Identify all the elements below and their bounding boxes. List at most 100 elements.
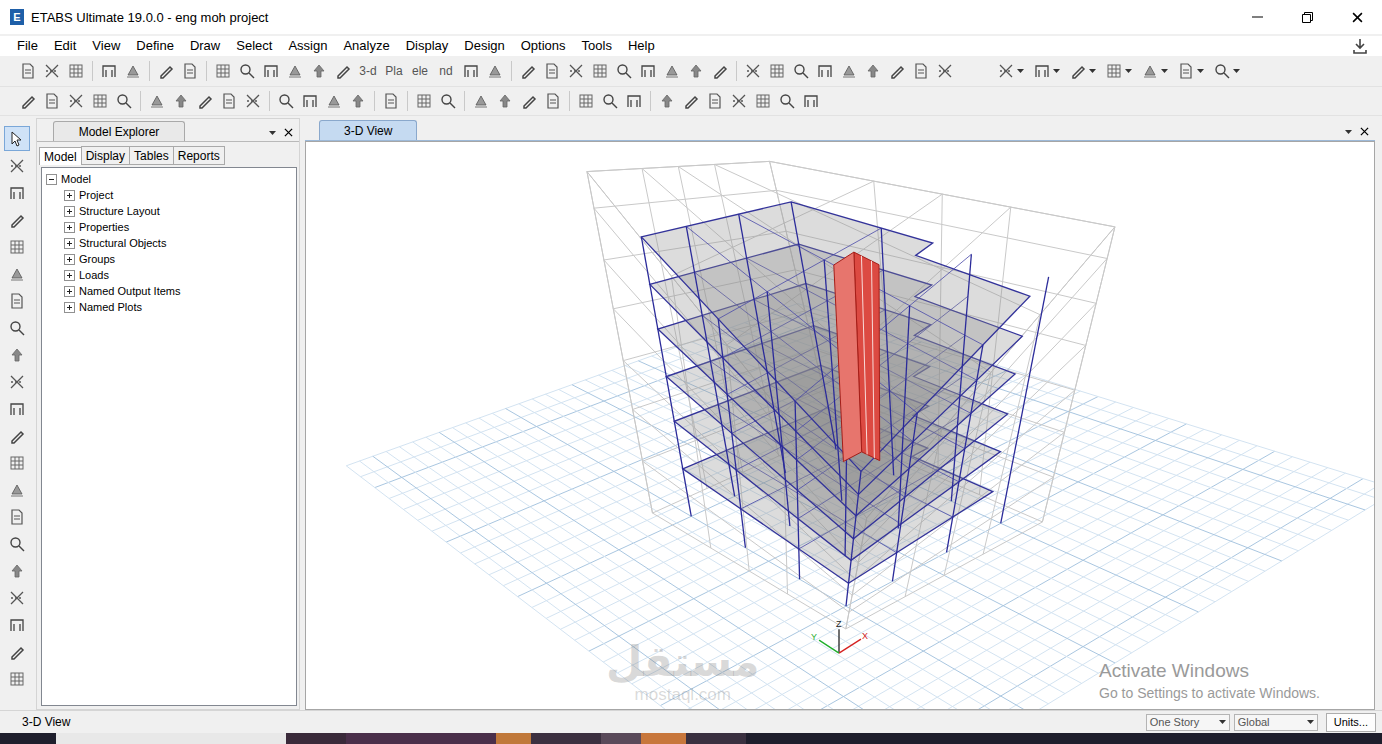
toolbar-button[interactable] bbox=[933, 59, 957, 83]
draw-tool-button[interactable] bbox=[4, 207, 30, 232]
toolbar-button[interactable] bbox=[517, 89, 541, 113]
toolbar-button[interactable] bbox=[612, 59, 636, 83]
column[interactable] bbox=[947, 345, 983, 552]
toolbar-button[interactable] bbox=[813, 59, 837, 83]
toolbar-button[interactable] bbox=[97, 59, 121, 83]
draw-tool-button[interactable] bbox=[4, 531, 30, 556]
expand-icon[interactable] bbox=[64, 206, 75, 217]
draw-tool-button[interactable] bbox=[4, 639, 30, 664]
draw-tool-button[interactable] bbox=[4, 342, 30, 367]
draw-tool-button[interactable] bbox=[4, 477, 30, 502]
toolbar-button[interactable] bbox=[64, 59, 88, 83]
view-toolbar-button[interactable]: Pla bbox=[381, 64, 407, 78]
draw-tool-button[interactable] bbox=[4, 369, 30, 394]
toolbar-button[interactable] bbox=[211, 59, 235, 83]
draw-tool-button[interactable] bbox=[4, 504, 30, 529]
explorer-tab[interactable]: Display bbox=[81, 146, 130, 165]
draw-tool-button[interactable] bbox=[4, 261, 30, 286]
toolbar-button[interactable] bbox=[861, 59, 885, 83]
toolbar-button[interactable] bbox=[217, 89, 241, 113]
toolbar-button[interactable] bbox=[259, 59, 283, 83]
toolbar-button[interactable] bbox=[331, 59, 355, 83]
floor-slab[interactable] bbox=[641, 202, 1030, 472]
restore-button[interactable] bbox=[1282, 0, 1332, 34]
toolbar-button[interactable] bbox=[88, 89, 112, 113]
column[interactable] bbox=[686, 226, 734, 496]
toolbar-dropdown-button[interactable] bbox=[993, 59, 1029, 83]
story-select[interactable]: One Story bbox=[1146, 714, 1230, 731]
toolbar-dropdown-button[interactable] bbox=[1137, 59, 1173, 83]
tree-node[interactable]: Properties bbox=[46, 219, 292, 235]
core-wall[interactable] bbox=[834, 252, 880, 461]
tree-node[interactable]: Groups bbox=[46, 251, 292, 267]
panel-title-tab[interactable]: Model Explorer bbox=[53, 121, 185, 141]
toolbar-dropdown-button[interactable] bbox=[1029, 59, 1065, 83]
toolbar-button[interactable] bbox=[178, 59, 202, 83]
column[interactable] bbox=[881, 228, 893, 475]
toolbar-button[interactable] bbox=[16, 59, 40, 83]
column[interactable] bbox=[951, 254, 971, 501]
draw-tool-button[interactable] bbox=[4, 288, 30, 313]
expand-icon[interactable] bbox=[64, 270, 75, 281]
coordinate-select[interactable]: Global bbox=[1234, 714, 1318, 731]
toolbar-button[interactable] bbox=[598, 89, 622, 113]
toolbar-button[interactable] bbox=[40, 59, 64, 83]
menu-item[interactable]: Display bbox=[398, 37, 457, 55]
tree-node[interactable]: Model bbox=[46, 171, 292, 187]
expand-icon[interactable] bbox=[64, 302, 75, 313]
explorer-tab[interactable]: Model bbox=[39, 147, 82, 165]
menu-item[interactable]: Options bbox=[513, 37, 574, 55]
toolbar-button[interactable] bbox=[727, 89, 751, 113]
menu-item[interactable]: Assign bbox=[280, 37, 335, 55]
draw-tool-button[interactable] bbox=[4, 450, 30, 475]
draw-tool-button[interactable] bbox=[4, 396, 30, 421]
column[interactable] bbox=[767, 292, 790, 526]
expand-icon[interactable] bbox=[64, 222, 75, 233]
toolbar-button[interactable] bbox=[636, 59, 660, 83]
draw-tool-button[interactable] bbox=[4, 315, 30, 340]
column[interactable] bbox=[739, 214, 786, 473]
toolbar-button[interactable] bbox=[655, 89, 679, 113]
menu-item[interactable]: Edit bbox=[46, 37, 84, 55]
draw-tool-button[interactable] bbox=[4, 612, 30, 637]
toolbar-button[interactable] bbox=[283, 59, 307, 83]
toolbar-button[interactable] bbox=[622, 89, 646, 113]
toolbar-dropdown-button[interactable] bbox=[1173, 59, 1209, 83]
toolbar-button[interactable] bbox=[541, 89, 565, 113]
toolbar-dropdown-button[interactable] bbox=[1065, 59, 1101, 83]
toolbar-button[interactable] bbox=[660, 59, 684, 83]
explorer-tab[interactable]: Tables bbox=[129, 146, 174, 165]
toolbar-dropdown-button[interactable] bbox=[1101, 59, 1137, 83]
draw-tool-button[interactable] bbox=[4, 126, 30, 151]
draw-tool-button[interactable] bbox=[4, 585, 30, 610]
tree-node[interactable]: Loads bbox=[46, 267, 292, 283]
tree-node[interactable]: Named Output Items bbox=[46, 283, 292, 299]
draw-tool-button[interactable] bbox=[4, 423, 30, 448]
expand-icon[interactable] bbox=[64, 286, 75, 297]
toolbar-button[interactable] bbox=[379, 89, 403, 113]
toolbar-button[interactable] bbox=[751, 89, 775, 113]
draw-tool-button[interactable] bbox=[4, 234, 30, 259]
toolbar-button[interactable] bbox=[885, 59, 909, 83]
model-3d-drawing[interactable]: ZXY bbox=[306, 142, 1374, 709]
toolbar-button[interactable] bbox=[588, 59, 612, 83]
toolbar-button[interactable] bbox=[765, 59, 789, 83]
column[interactable] bbox=[718, 319, 745, 548]
toolbar-button[interactable] bbox=[703, 89, 727, 113]
explorer-tab[interactable]: Reports bbox=[173, 146, 225, 165]
toolbar-button[interactable] bbox=[837, 59, 861, 83]
draw-tool-button[interactable] bbox=[4, 153, 30, 178]
column[interactable] bbox=[795, 401, 799, 579]
column[interactable] bbox=[846, 471, 861, 606]
column[interactable] bbox=[898, 306, 909, 529]
view-tab[interactable]: 3-D View bbox=[319, 120, 417, 140]
toolbar-button[interactable] bbox=[564, 59, 588, 83]
expand-icon[interactable] bbox=[64, 238, 75, 249]
toolbar-button[interactable] bbox=[741, 59, 765, 83]
toolbar-button[interactable] bbox=[64, 89, 88, 113]
minimize-button[interactable] bbox=[1232, 0, 1282, 34]
expand-icon[interactable] bbox=[64, 190, 75, 201]
toolbar-button[interactable] bbox=[145, 89, 169, 113]
toolbar-button[interactable] bbox=[307, 59, 331, 83]
toolbar-button[interactable] bbox=[193, 89, 217, 113]
